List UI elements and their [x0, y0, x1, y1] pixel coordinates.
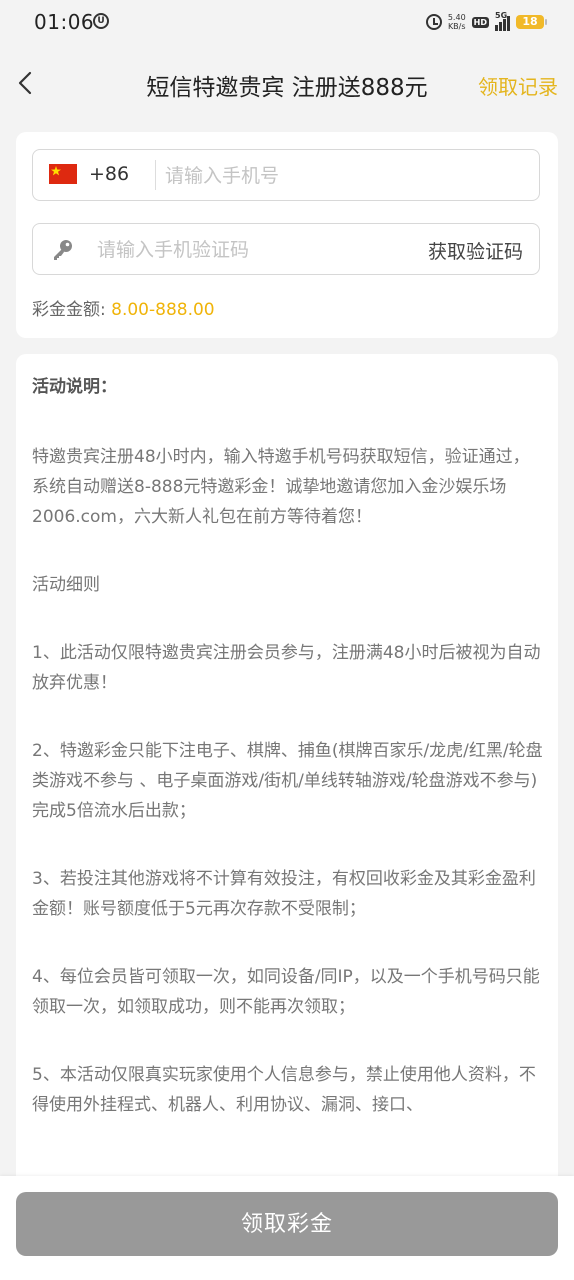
alarm-icon: [425, 14, 442, 30]
bonus-amount: 彩金金额: 8.00-888.00: [32, 295, 215, 320]
divider: [155, 160, 156, 190]
china-flag-icon[interactable]: [49, 164, 77, 184]
registration-form: +86 获取验证码 彩金金额: 8.00-888.00: [16, 132, 558, 338]
phone-field: +86: [32, 149, 540, 201]
status-bar: 01:06 U 5.40 KB/s HD 5G 18: [0, 0, 574, 46]
nav-bar: 短信特邀贵宾 注册送888元 领取记录: [0, 46, 574, 120]
bonus-value: 8.00-888.00: [111, 300, 215, 320]
description-paragraph: 3、若投注其他游戏将不计算有效投注，有权回收彩金及其彩金盈利金额！账号额度低于5…: [32, 869, 536, 919]
claim-bonus-button[interactable]: 领取彩金: [16, 1192, 558, 1256]
description-paragraph: 活动细则: [32, 575, 100, 595]
network-speed-value: 5.40: [447, 13, 466, 22]
network-type: 5G: [495, 11, 508, 20]
description-title: 活动说明：: [32, 377, 117, 397]
description-paragraph: 1、此活动仅限特邀贵宾注册会员参与，注册满48小时后被视为自动放弃优惠！: [32, 643, 541, 693]
description-paragraph: 特邀贵宾注册48小时内，输入特邀手机号码获取短信，验证通过，系统自动赠送8-88…: [32, 447, 530, 527]
battery-icon: 18: [516, 15, 547, 29]
signal-icon: 5G: [495, 11, 510, 31]
back-arrow-icon[interactable]: [14, 70, 40, 96]
description-paragraph: 2、特邀彩金只能下注电子、棋牌、捕鱼(棋牌百家乐/龙虎/红黑/轮盘类游戏不参与 …: [32, 741, 543, 821]
get-code-button[interactable]: 获取验证码: [428, 237, 523, 264]
verification-code-field: 获取验证码: [32, 223, 540, 275]
network-speed-unit: KB/s: [447, 22, 466, 31]
bonus-label: 彩金金额:: [32, 300, 112, 320]
phone-input[interactable]: [163, 158, 527, 194]
status-time: 01:06: [34, 10, 95, 34]
network-speed: 5.40 KB/s: [448, 13, 466, 31]
description-body: 特邀贵宾注册48小时内，输入特邀手机号码获取短信，验证通过，系统自动赠送8-88…: [32, 442, 544, 1158]
bottom-bar: 领取彩金: [0, 1176, 574, 1280]
status-icons: 5.40 KB/s HD 5G 18: [425, 11, 547, 33]
country-code[interactable]: +86: [89, 163, 129, 185]
description-paragraph: 5、本活动仅限真实玩家使用个人信息参与，禁止使用他人资料，不得使用外挂程式、机器…: [32, 1065, 536, 1115]
verification-code-input[interactable]: [95, 232, 399, 268]
activity-description: 活动说明： 特邀贵宾注册48小时内，输入特邀手机号码获取短信，验证通过，系统自动…: [16, 354, 558, 1184]
key-icon: [54, 240, 72, 260]
notification-icon: U: [93, 13, 109, 29]
description-paragraph: 4、每位会员皆可领取一次，如同设备/同IP，以及一个手机号码只能领取一次，如领取…: [32, 967, 540, 1017]
page-title: 短信特邀贵宾 注册送888元: [146, 75, 428, 101]
claim-history-link[interactable]: 领取记录: [478, 71, 558, 100]
hd-badge: HD: [471, 16, 489, 28]
